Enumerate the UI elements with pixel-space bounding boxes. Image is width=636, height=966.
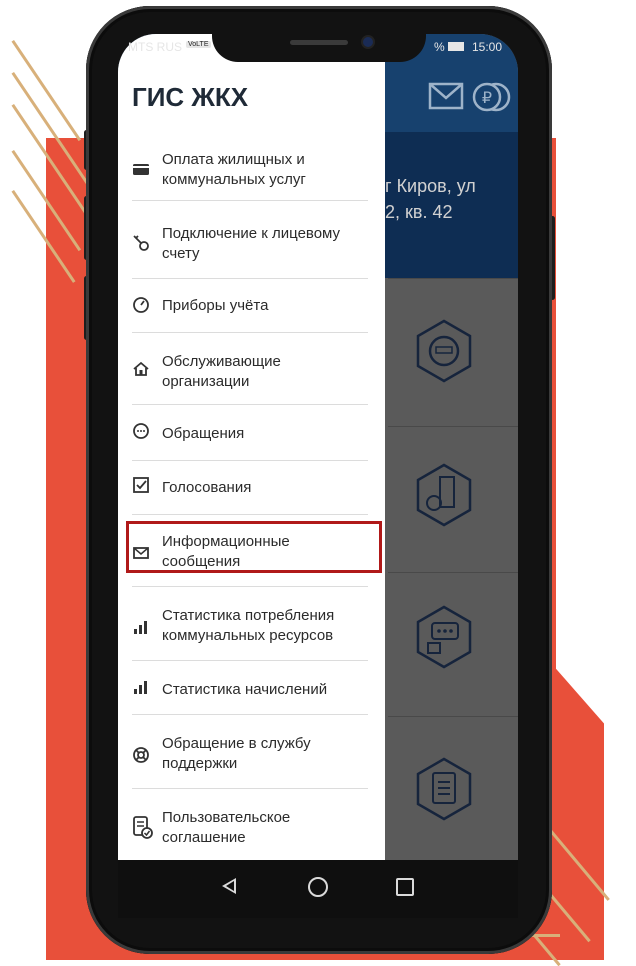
menu-item-label: Статистика начислений: [162, 681, 328, 698]
phone-camera: [363, 37, 373, 47]
menu-item-label: Статистика потребления коммунальных ресу…: [162, 607, 335, 644]
chat-icon: [133, 423, 149, 439]
menu-item-label: Обслуживающие организации: [162, 353, 281, 390]
status-volte-badge: VoLTE: [186, 41, 211, 48]
phone-speaker: [290, 40, 348, 45]
status-time: 15:00: [472, 40, 503, 54]
menu-divider: [132, 332, 368, 333]
mail-icon[interactable]: [428, 82, 464, 110]
menu-item-label: Оплата жилищных и коммунальных услуг: [162, 151, 306, 188]
menu-divider: [132, 714, 368, 715]
home-button-icon[interactable]: [308, 877, 328, 897]
menu-divider: [132, 404, 368, 405]
document-check-icon: [133, 816, 153, 839]
menu-divider: [132, 660, 368, 661]
menu-divider: [132, 586, 368, 587]
status-battery-percent: %: [434, 40, 445, 54]
menu-item-label: Обращение в службу поддержки: [162, 735, 311, 772]
svg-text:₽: ₽: [482, 88, 492, 107]
scrim-overlay[interactable]: [385, 132, 518, 860]
menu-item-label: Подключение к лицевому счету: [162, 225, 341, 262]
back-icon[interactable]: [222, 878, 236, 894]
status-carrier: MTS RUS: [128, 40, 182, 54]
navigation-drawer: ГИС ЖКХ Оплата жилищных и коммунальных у…: [118, 34, 385, 860]
key-icon: [133, 235, 149, 251]
checkbox-icon: [133, 477, 149, 493]
bar-chart-icon: [134, 681, 147, 694]
menu-divider: [132, 788, 368, 789]
menu-divider: [132, 200, 368, 201]
app-screen: ₽ г Киров, ул 2, кв. 42 ГИС ЖКХ Оплата ж…: [118, 34, 518, 860]
battery-icon: [448, 42, 464, 51]
menu-item-label: Пользовательское соглашение: [162, 809, 291, 846]
bar-chart-icon: [134, 621, 147, 634]
gauge-icon: [133, 297, 149, 313]
background-white-corner: [556, 0, 636, 760]
recent-apps-icon[interactable]: [396, 878, 414, 896]
card-icon: [133, 164, 149, 175]
home-icon: [133, 361, 149, 376]
drawer-title: ГИС ЖКХ: [132, 82, 249, 112]
lifebuoy-icon: [133, 747, 149, 763]
menu-divider: [132, 278, 368, 279]
menu-item-label: Приборы учёта: [162, 297, 269, 314]
menu-divider: [132, 514, 368, 515]
menu-divider: [132, 460, 368, 461]
menu-item-label: Голосования: [162, 479, 252, 496]
background-red-left-band: [46, 138, 88, 338]
menu-item-label: Обращения: [162, 425, 245, 442]
highlight-frame: [126, 521, 382, 573]
ruble-coins-icon[interactable]: ₽: [470, 80, 514, 114]
